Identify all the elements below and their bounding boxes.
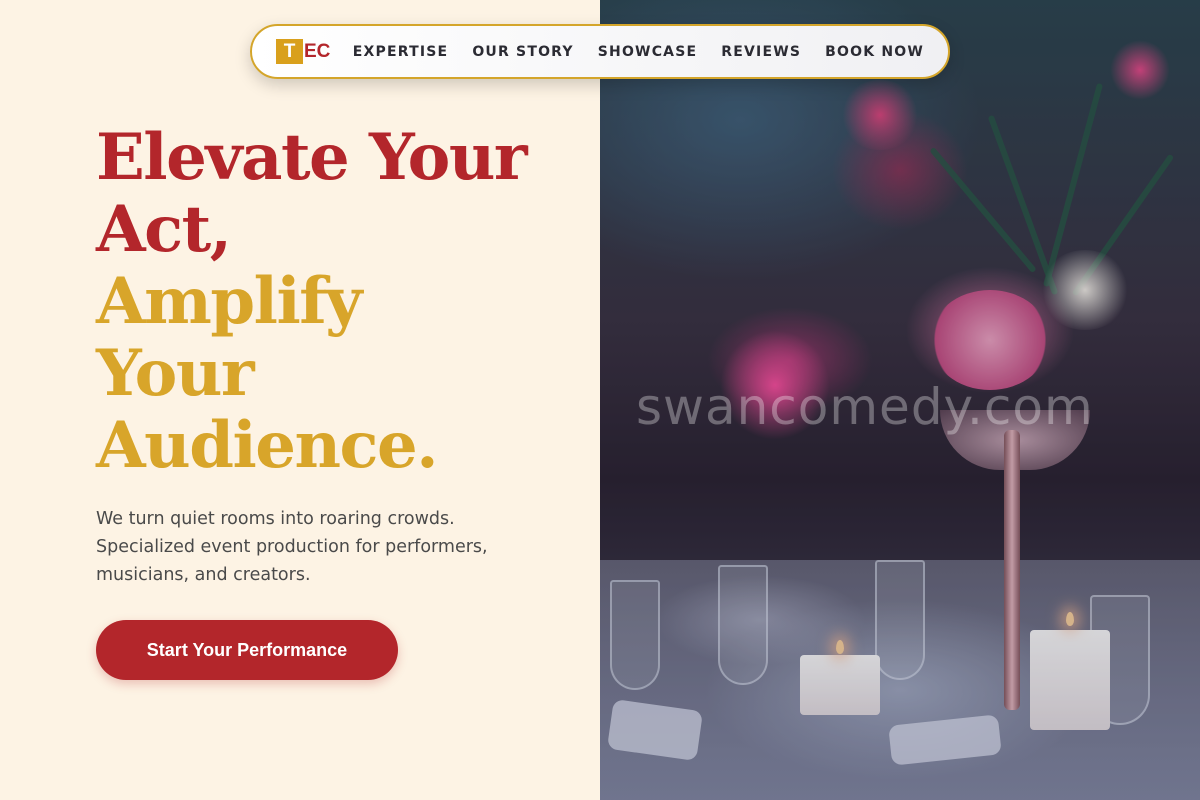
hero-subtitle-line: musicians, and creators. [96, 565, 311, 585]
watermark: swancomedy.com [636, 378, 1094, 436]
nav-link-reviews[interactable]: REVIEWS [721, 44, 801, 60]
hero-title-line: Audience. [96, 408, 438, 483]
hero-subtitle: We turn quiet rooms into roaring crowds.… [96, 505, 556, 589]
hero-title-line: Amplify [96, 264, 362, 339]
nav-links: EXPERTISE OUR STORY SHOWCASE REVIEWS BOO… [353, 44, 924, 60]
hero-subtitle-line: We turn quiet rooms into roaring crowds. [96, 509, 455, 529]
nav-link-expertise[interactable]: EXPERTISE [353, 44, 449, 60]
nav-link-our-story[interactable]: OUR STORY [472, 44, 573, 60]
nav-link-book-now[interactable]: BOOK NOW [825, 44, 924, 60]
hero-subtitle-line: Specialized event production for perform… [96, 537, 488, 557]
hero-title-line: Your [96, 336, 255, 411]
start-performance-button[interactable]: Start Your Performance [96, 620, 398, 680]
hero-title: Elevate Your Act, Amplify Your Audience. [96, 122, 596, 482]
brand-logo[interactable]: T EC [276, 39, 331, 64]
nav-link-showcase[interactable]: SHOWCASE [598, 44, 698, 60]
top-navbar: T EC EXPERTISE OUR STORY SHOWCASE REVIEW… [250, 24, 950, 79]
hero-title-line: Elevate Your [96, 120, 528, 195]
logo-mark: T [276, 39, 303, 64]
hero-title-line: Act, [96, 192, 232, 267]
logo-text: EC [304, 40, 331, 62]
